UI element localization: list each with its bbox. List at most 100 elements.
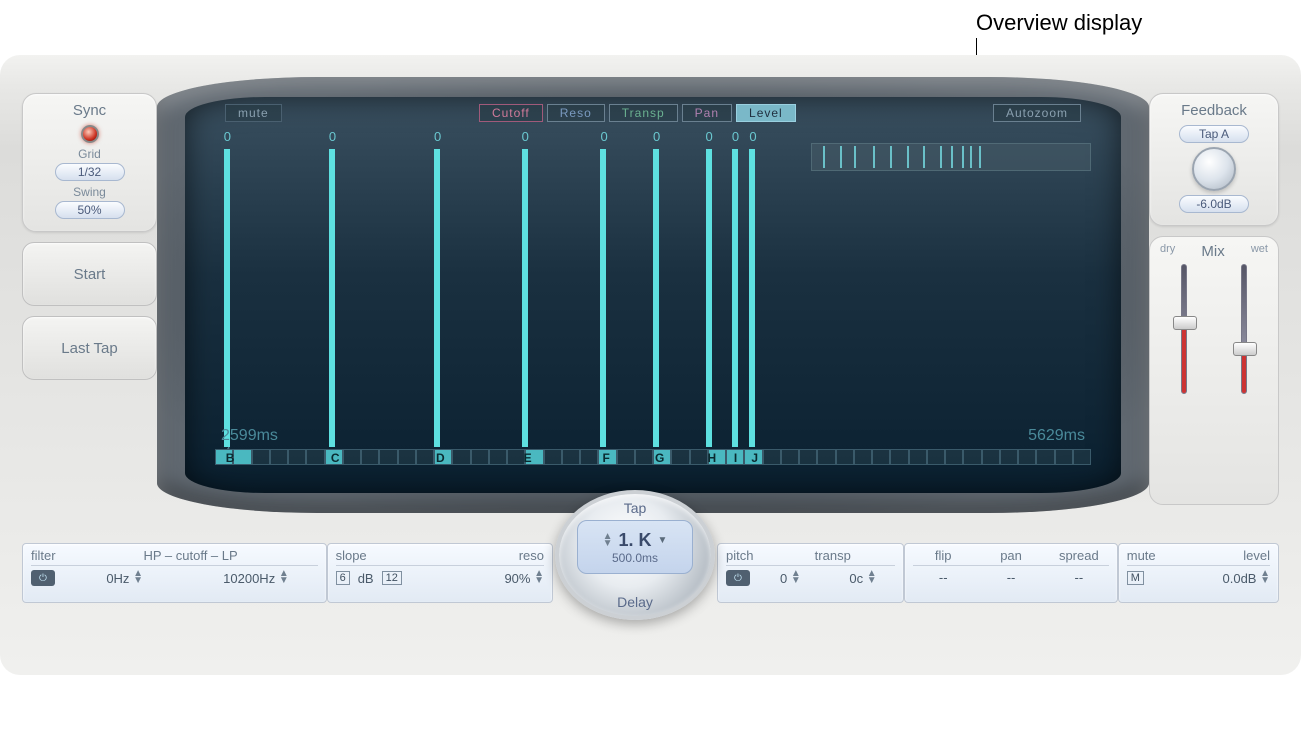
right-panel: Feedback Tap A -6.0dB dry Mix wet bbox=[1149, 85, 1279, 505]
dry-label: dry bbox=[1160, 243, 1175, 260]
feedback-panel: Feedback Tap A -6.0dB bbox=[1149, 93, 1279, 226]
tap-bar-G[interactable] bbox=[653, 149, 659, 447]
tab-mute[interactable]: mute bbox=[225, 104, 282, 122]
tap-value-D: 0 bbox=[434, 129, 441, 144]
filter-group: filter HP – cutoff – LP ⏻ 0Hz ▲▼ 10200Hz… bbox=[22, 543, 327, 603]
tap-selector-bottom-label: Delay bbox=[559, 594, 711, 610]
time-end: 5629ms bbox=[1028, 427, 1085, 445]
tap-letter-E[interactable]: E bbox=[524, 451, 532, 465]
transp-value[interactable]: 0c ▲▼ bbox=[831, 570, 896, 586]
mix-panel: dry Mix wet bbox=[1149, 236, 1279, 505]
tap-letter-F[interactable]: F bbox=[602, 451, 609, 465]
pitch-on-button[interactable]: ⏻ bbox=[726, 570, 750, 586]
tap-letter-D[interactable]: D bbox=[436, 451, 445, 465]
tap-letter-C[interactable]: C bbox=[331, 451, 340, 465]
tap-stepper-icon[interactable]: ▲▼ bbox=[603, 533, 613, 547]
flip-value[interactable]: -- bbox=[913, 570, 973, 585]
tap-bar-H[interactable] bbox=[706, 149, 712, 447]
delay-designer-plugin: Sync Grid 1/32 Swing 50% Start Last Tap … bbox=[0, 55, 1301, 675]
tap-bar-D[interactable] bbox=[434, 149, 440, 447]
swing-value[interactable]: 50% bbox=[55, 201, 125, 219]
start-button[interactable]: Start bbox=[22, 242, 157, 306]
tap-letter-I[interactable]: I bbox=[734, 451, 737, 465]
tap-selector-delay[interactable]: 500.0ms bbox=[612, 551, 658, 565]
tap-bar-E[interactable] bbox=[522, 149, 528, 447]
slope-6[interactable]: 6 bbox=[336, 571, 350, 585]
filter-on-button[interactable]: ⏻ bbox=[31, 570, 55, 586]
sync-title: Sync bbox=[29, 102, 150, 119]
tap-ruler[interactable] bbox=[215, 449, 1091, 465]
spread-value[interactable]: -- bbox=[1049, 570, 1109, 585]
feedback-value[interactable]: -6.0dB bbox=[1179, 195, 1249, 213]
swing-label: Swing bbox=[29, 185, 150, 199]
tap-bar-B[interactable] bbox=[224, 149, 230, 447]
mute-value[interactable]: M bbox=[1127, 571, 1144, 585]
pitch-transp-group: pitch transp ⏻ 0 ▲▼ 0c ▲▼ bbox=[717, 543, 904, 603]
grid-value[interactable]: 1/32 bbox=[55, 163, 125, 181]
tab-reso[interactable]: Reso bbox=[547, 104, 605, 122]
reso-value[interactable]: 90% ▲▼ bbox=[410, 570, 544, 586]
filter-lp-value[interactable]: 10200Hz ▲▼ bbox=[194, 570, 317, 586]
level-value[interactable]: 0.0dB ▲▼ bbox=[1152, 570, 1270, 586]
reso-label: reso bbox=[444, 548, 544, 563]
tap-letter-G[interactable]: G bbox=[655, 451, 664, 465]
tap-area[interactable]: 000000000 bbox=[215, 129, 1091, 465]
slope-label: slope bbox=[336, 548, 436, 563]
tap-selector-name[interactable]: 1. K bbox=[618, 530, 651, 551]
tap-selector-top-label: Tap bbox=[559, 500, 711, 516]
pan-label: pan bbox=[981, 548, 1041, 563]
wet-slider[interactable] bbox=[1241, 264, 1247, 394]
tap-value-B: 0 bbox=[224, 129, 231, 144]
tab-level[interactable]: Level bbox=[736, 104, 796, 122]
left-panel: Sync Grid 1/32 Swing 50% Start Last Tap bbox=[22, 85, 157, 505]
tap-letter-H[interactable]: H bbox=[708, 451, 717, 465]
transp-label: transp bbox=[815, 548, 896, 563]
slope-12[interactable]: 12 bbox=[382, 571, 402, 585]
tap-letter-J[interactable]: J bbox=[751, 451, 758, 465]
mute-label: mute bbox=[1127, 548, 1195, 563]
callout-label: Overview display bbox=[976, 10, 1142, 36]
spread-label: spread bbox=[1049, 548, 1109, 563]
tap-value-I: 0 bbox=[732, 129, 739, 144]
feedback-tap[interactable]: Tap A bbox=[1179, 125, 1249, 143]
tap-value-G: 0 bbox=[653, 129, 660, 144]
last-tap-button[interactable]: Last Tap bbox=[22, 316, 157, 380]
time-start: 2599ms bbox=[221, 427, 278, 445]
wet-label: wet bbox=[1251, 243, 1268, 260]
tap-value-E: 0 bbox=[522, 129, 529, 144]
tab-transp[interactable]: Transp bbox=[609, 104, 678, 122]
grid-label: Grid bbox=[29, 147, 150, 161]
slope-unit: dB bbox=[358, 571, 374, 586]
sync-panel: Sync Grid 1/32 Swing 50% bbox=[22, 93, 157, 232]
tap-letter-B[interactable]: B bbox=[226, 451, 235, 465]
feedback-knob[interactable] bbox=[1192, 147, 1236, 191]
tap-value-F: 0 bbox=[600, 129, 607, 144]
tab-cutoff[interactable]: Cutoff bbox=[479, 104, 543, 122]
pitch-value[interactable]: 0 ▲▼ bbox=[758, 570, 823, 586]
tap-selector[interactable]: Tap ▲▼ 1. K ▼ 500.0ms Delay bbox=[555, 490, 715, 620]
sync-led[interactable] bbox=[81, 125, 99, 143]
tab-autozoom[interactable]: Autozoom bbox=[993, 104, 1081, 122]
level-label: level bbox=[1202, 548, 1270, 563]
tap-value-J: 0 bbox=[749, 129, 756, 144]
mix-title: Mix bbox=[1201, 243, 1224, 260]
dry-slider[interactable] bbox=[1181, 264, 1187, 394]
pitch-label: pitch bbox=[726, 548, 807, 563]
tab-pan[interactable]: Pan bbox=[682, 104, 732, 122]
flip-label: flip bbox=[913, 548, 973, 563]
hp-cutoff-lp-label: HP – cutoff – LP bbox=[64, 548, 318, 563]
tap-bars[interactable] bbox=[215, 149, 1091, 447]
filter-hp-value[interactable]: 0Hz ▲▼ bbox=[63, 570, 186, 586]
tap-display: mute Cutoff Reso Transp Pan Level Autozo… bbox=[165, 85, 1141, 505]
pan-value[interactable]: -- bbox=[981, 570, 1041, 585]
slope-reso-group: slope reso 6 dB 12 90% ▲▼ bbox=[327, 543, 553, 603]
tap-bar-C[interactable] bbox=[329, 149, 335, 447]
mute-level-group: mute level M 0.0dB ▲▼ bbox=[1118, 543, 1279, 603]
tap-bar-I[interactable] bbox=[732, 149, 738, 447]
dropdown-icon[interactable]: ▼ bbox=[658, 535, 668, 546]
filter-label: filter bbox=[31, 548, 56, 563]
tap-bar-F[interactable] bbox=[600, 149, 606, 447]
flip-pan-spread-group: flip pan spread -- -- -- bbox=[904, 543, 1117, 603]
tap-bar-J[interactable] bbox=[749, 149, 755, 447]
tap-value-H: 0 bbox=[706, 129, 713, 144]
